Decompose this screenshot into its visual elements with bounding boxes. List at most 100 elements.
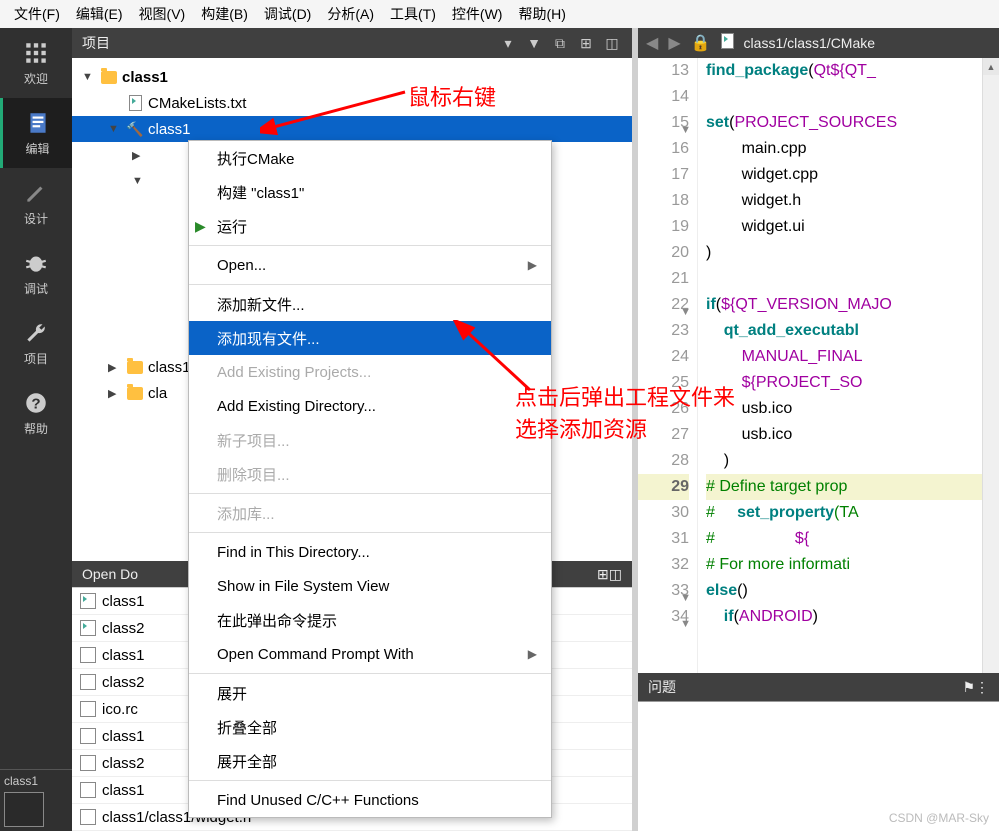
cm-add-existing-file[interactable]: 添加现有文件...: [189, 321, 551, 355]
separator: [189, 493, 551, 494]
mode-project-label: 项目: [24, 350, 48, 367]
submenu-arrow-icon: ▶: [528, 647, 537, 661]
wrench-icon: [23, 320, 49, 346]
cm-run-cmake[interactable]: 执行CMake: [189, 141, 551, 175]
vertical-scrollbar[interactable]: ▲: [982, 58, 999, 673]
collapse-icon[interactable]: ▼: [108, 123, 122, 135]
cm-add-existing-projects: Add Existing Projects...: [189, 355, 551, 389]
cm-open-cmd-prompt[interactable]: Open Command Prompt With▶: [189, 637, 551, 671]
problems-header: 问题 ⚑ ⋮: [638, 673, 999, 701]
split-icon[interactable]: ◫: [609, 566, 622, 583]
collapse-icon[interactable]: ▼: [82, 71, 96, 83]
menu-debug[interactable]: 调试(D): [256, 1, 319, 27]
cm-run[interactable]: ▶运行: [189, 209, 551, 243]
link-icon[interactable]: ⧉: [550, 33, 570, 53]
tree-root[interactable]: ▼ class1: [72, 64, 632, 90]
mode-edit[interactable]: 编辑: [0, 98, 72, 168]
filter-icon[interactable]: ▼: [524, 33, 544, 53]
filter-icon[interactable]: ⚑: [962, 679, 975, 696]
project-pane-title: 项目: [82, 33, 492, 53]
expand-icon[interactable]: ▶: [132, 149, 146, 162]
cm-expand[interactable]: 展开: [189, 676, 551, 710]
tree-root-label: class1: [122, 69, 168, 86]
mode-debug-label: 调试: [24, 280, 48, 297]
code-editor[interactable]: 131415▼16171819202122▼232425262728293031…: [638, 58, 999, 673]
menu-analyze[interactable]: 分析(A): [319, 1, 382, 27]
menu-build[interactable]: 构建(B): [193, 1, 256, 27]
source-view[interactable]: find_package(Qt${QT_set(PROJECT_SOURCES …: [698, 58, 982, 673]
cm-build[interactable]: 构建 "class1": [189, 175, 551, 209]
folder-icon: [127, 387, 143, 400]
dropdown-icon[interactable]: ▾: [498, 33, 518, 53]
monitor-icon: [4, 792, 44, 827]
lock-icon[interactable]: 🔒: [691, 33, 711, 53]
mode-welcome[interactable]: 欢迎: [0, 28, 72, 98]
folder-icon: [127, 361, 143, 374]
mode-debug[interactable]: 调试: [0, 238, 72, 308]
expand-icon[interactable]: ▶: [108, 361, 122, 374]
watermark: CSDN @MAR-Sky: [889, 811, 989, 825]
cm-find-unused[interactable]: Find Unused C/C++ Functions: [189, 783, 551, 817]
scroll-up-icon[interactable]: ▲: [983, 58, 999, 75]
back-icon[interactable]: ◀: [646, 33, 658, 53]
mode-help[interactable]: ? 帮助: [0, 378, 72, 448]
separator: [189, 245, 551, 246]
menu-icon[interactable]: ⋮: [975, 679, 989, 696]
tree-cmake-file[interactable]: CMakeLists.txt: [72, 90, 632, 116]
menu-bar[interactable]: 文件(F) 编辑(E) 视图(V) 构建(B) 调试(D) 分析(A) 工具(T…: [0, 0, 999, 28]
folder-icon: [101, 71, 117, 84]
mode-welcome-label: 欢迎: [24, 70, 48, 87]
cm-add-new-file[interactable]: 添加新文件...: [189, 287, 551, 321]
grid-icon: [23, 40, 49, 66]
question-icon: ?: [23, 390, 49, 416]
context-menu[interactable]: 执行CMake 构建 "class1" ▶运行 Open...▶ 添加新文件..…: [188, 140, 552, 818]
separator: [189, 532, 551, 533]
mode-edit-label: 编辑: [25, 140, 49, 157]
menu-help[interactable]: 帮助(H): [510, 1, 573, 27]
menu-file[interactable]: 文件(F): [6, 1, 68, 27]
cm-collapse-all[interactable]: 折叠全部: [189, 710, 551, 744]
file-icon: [80, 755, 96, 771]
cm-expand-all[interactable]: 展开全部: [189, 744, 551, 778]
menu-edit[interactable]: 编辑(E): [68, 1, 131, 27]
editor-file-path[interactable]: class1/class1/CMake: [744, 35, 876, 51]
tree-target-label: class1: [148, 121, 191, 138]
problems-title: 问题: [648, 677, 962, 697]
collapse-icon[interactable]: ▼: [132, 175, 146, 187]
project-pane-header: 项目 ▾ ▼ ⧉ ⊞ ◫: [72, 28, 632, 58]
add-icon[interactable]: ⊞: [597, 566, 609, 583]
cm-open-terminal[interactable]: 在此弹出命令提示: [189, 603, 551, 637]
file-icon: [80, 728, 96, 744]
mode-help-label: 帮助: [24, 420, 48, 437]
cm-new-subproject: 新子项目...: [189, 423, 551, 457]
cm-delete-project: 删除项目...: [189, 457, 551, 491]
cm-find-in-dir[interactable]: Find in This Directory...: [189, 535, 551, 569]
file-icon: [80, 809, 96, 825]
expand-icon[interactable]: ▶: [108, 387, 122, 400]
separator: [189, 780, 551, 781]
split-icon[interactable]: ◫: [602, 33, 622, 53]
cm-add-library: 添加库...: [189, 496, 551, 530]
forward-icon[interactable]: ▶: [668, 33, 680, 53]
file-icon: [80, 593, 96, 609]
play-icon: ▶: [195, 218, 206, 235]
tree-target-class1[interactable]: ▼ 🔨 class1: [72, 116, 632, 142]
mode-design-label: 设计: [24, 210, 48, 227]
file-icon: [80, 647, 96, 663]
line-gutter[interactable]: 131415▼16171819202122▼232425262728293031…: [638, 58, 698, 673]
cm-open[interactable]: Open...▶: [189, 248, 551, 282]
tree-cmake-label: CMakeLists.txt: [148, 95, 246, 112]
bug-icon: [23, 250, 49, 276]
separator: [189, 284, 551, 285]
menu-view[interactable]: 视图(V): [131, 1, 194, 27]
add-icon[interactable]: ⊞: [576, 33, 596, 53]
mode-design[interactable]: 设计: [0, 168, 72, 238]
hammer-icon: 🔨: [126, 120, 144, 138]
menu-widgets[interactable]: 控件(W): [444, 1, 511, 27]
build-selector[interactable]: class1: [0, 769, 72, 831]
cm-show-filesystem[interactable]: Show in File System View: [189, 569, 551, 603]
menu-tools[interactable]: 工具(T): [382, 1, 444, 27]
cm-add-existing-dir[interactable]: Add Existing Directory...: [189, 389, 551, 423]
document-icon: [25, 110, 51, 136]
mode-project[interactable]: 项目: [0, 308, 72, 378]
